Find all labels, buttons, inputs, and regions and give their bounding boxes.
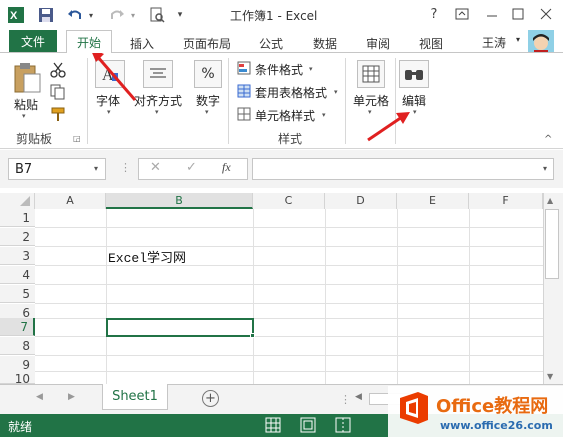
office-logo xyxy=(396,390,432,426)
add-sheet-button[interactable]: + xyxy=(202,390,219,407)
grid-line xyxy=(35,284,543,285)
prev-sheet-icon[interactable]: ◀ xyxy=(36,392,43,402)
formula-input[interactable] xyxy=(252,158,554,180)
column-header-c[interactable]: C xyxy=(253,193,325,209)
row-header[interactable]: 10 xyxy=(0,372,35,384)
grid-line xyxy=(106,209,107,384)
row-header[interactable]: 3 xyxy=(0,247,35,265)
enter-icon[interactable]: ✓ xyxy=(186,160,197,175)
vertical-scroll-thumb[interactable] xyxy=(545,209,559,279)
watermark-brand: Office教程网 xyxy=(436,396,549,417)
row-header[interactable]: 5 xyxy=(0,285,35,303)
grid-line xyxy=(35,227,543,228)
status-ready: 就绪 xyxy=(8,420,33,434)
grid-line xyxy=(397,209,398,384)
select-all-button[interactable] xyxy=(0,193,35,209)
grid-line xyxy=(469,209,470,384)
scroll-up-icon[interactable]: ▲ xyxy=(547,196,553,205)
scroll-down-icon[interactable]: ▼ xyxy=(547,372,553,381)
name-box-dropdown-icon[interactable]: ▾ xyxy=(94,164,98,173)
tab-home[interactable]: 开始 xyxy=(66,30,112,53)
page-break-view-icon[interactable] xyxy=(335,417,351,433)
cancel-icon[interactable]: ✕ xyxy=(150,160,161,175)
insert-function-icon[interactable]: fx xyxy=(222,160,231,175)
name-box[interactable]: B7 xyxy=(8,158,106,180)
column-header-d[interactable]: D xyxy=(325,193,397,209)
next-sheet-icon[interactable]: ▶ xyxy=(68,392,75,402)
grid-line xyxy=(325,209,326,384)
row-header[interactable]: 2 xyxy=(0,228,35,246)
normal-view-icon[interactable] xyxy=(265,417,281,433)
grid-line xyxy=(35,303,543,304)
row-header-selected[interactable]: 7 xyxy=(0,318,35,336)
column-header-b[interactable]: B xyxy=(106,193,253,209)
row-header[interactable]: 4 xyxy=(0,266,35,284)
expand-formula-icon[interactable]: ▾ xyxy=(543,164,547,173)
row-header[interactable]: 8 xyxy=(0,337,35,355)
page-layout-view-icon[interactable] xyxy=(300,417,316,433)
row-header[interactable]: 1 xyxy=(0,209,35,227)
scroll-left-icon[interactable]: ◀ xyxy=(355,392,362,402)
sheet-bar-splitter-icon[interactable]: ⋮ xyxy=(340,393,351,406)
grid-line xyxy=(35,371,543,372)
formula-bar-resize-icon[interactable]: ⋮ xyxy=(120,161,131,174)
grid-line xyxy=(253,209,254,384)
column-header-f[interactable]: F xyxy=(469,193,543,209)
active-cell-b7[interactable] xyxy=(106,318,254,337)
cell-b3[interactable]: Excel学习网 xyxy=(108,247,186,266)
grid-line xyxy=(35,355,543,356)
sheet-tab-sheet1[interactable]: Sheet1 xyxy=(102,384,168,410)
column-header-e[interactable]: E xyxy=(397,193,469,209)
watermark-url: www.office26.com xyxy=(440,419,553,432)
column-header-a[interactable]: A xyxy=(35,193,106,209)
fill-handle[interactable] xyxy=(250,333,255,338)
